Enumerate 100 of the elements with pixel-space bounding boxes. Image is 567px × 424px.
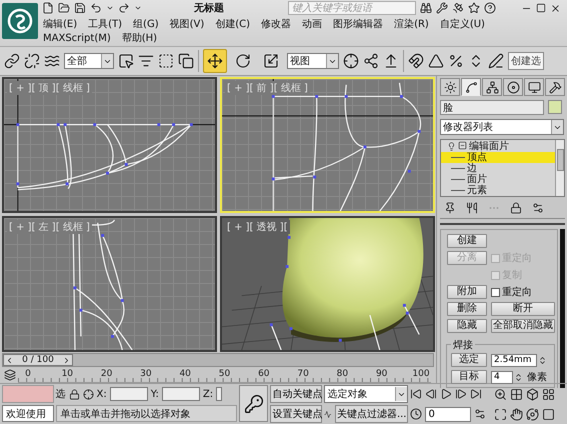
orbit-icon[interactable] [526,408,539,420]
spinner-field[interactable]: 4 [491,370,513,384]
undo-icon[interactable] [90,2,102,14]
curve-icon[interactable] [464,80,478,94]
next-frame-icon[interactable] [455,388,468,400]
y-field[interactable] [162,387,200,401]
pan-icon[interactable] [510,408,523,420]
key-set-dropdown[interactable]: 选定对象 [324,385,408,403]
fork-icon[interactable] [466,202,478,214]
menu-item[interactable]: 编辑(E) [42,18,78,31]
region-icon[interactable] [158,53,174,69]
hierarchy-icon[interactable] [486,80,498,94]
key-filters-button[interactable]: 关键点过滤器... [334,405,408,423]
rotate-icon[interactable] [235,53,251,69]
auto-key-button[interactable]: 自动关键点 [270,385,322,403]
menu-item[interactable]: 动画 [301,18,324,31]
caret-icon[interactable] [134,4,142,12]
previous-frame-icon[interactable] [425,388,438,400]
panel-button[interactable]: 创建 [447,234,487,248]
zoom-icon[interactable] [494,388,507,400]
save-icon[interactable] [74,2,86,14]
redo-icon[interactable] [118,2,130,14]
spinner-icon[interactable] [514,372,523,382]
stack-subitem[interactable]: 面片 [441,174,555,185]
stack-subitem[interactable]: 元素 [441,185,555,196]
new-file-icon[interactable] [42,2,54,14]
spinner-field[interactable]: 2.54mm [491,354,537,366]
move-icon[interactable] [207,53,223,69]
monitor-icon[interactable] [528,80,540,94]
panel-tab[interactable] [503,78,523,96]
track-bar-icon[interactable] [4,369,16,381]
menu-item[interactable]: 视图(V) [168,18,206,31]
stack-item[interactable]: 编辑面片 [441,141,555,152]
x-field[interactable] [110,387,148,401]
scrollbar[interactable] [555,140,564,196]
panel-tab[interactable] [461,78,481,96]
disc-icon[interactable] [506,80,520,94]
panel-tab[interactable] [545,78,565,96]
key-icon[interactable] [244,394,264,414]
satellite-icon[interactable] [452,2,464,14]
percent-snap-icon[interactable] [448,53,464,69]
wrench-icon[interactable] [436,2,448,14]
time-ruler[interactable]: 0 10 20 30 40 50 60 70 80 90 100 [18,367,431,383]
pin-icon[interactable] [444,202,456,214]
listener-field[interactable] [2,385,54,403]
search-field[interactable]: 键入关键字或短语 [288,1,416,15]
menu-item[interactable]: 创建(C) [214,18,252,31]
waves-icon[interactable] [44,53,60,69]
menu-item[interactable]: 修改器 [260,18,292,31]
stack-subitem[interactable]: 顶点 [441,152,555,163]
open-folder-icon[interactable] [58,2,70,14]
menu-item[interactable]: 组(G) [132,18,160,31]
color-swatch[interactable] [548,100,562,114]
frame-field[interactable]: 0 [425,406,472,422]
key-button[interactable] [238,385,268,422]
caret-icon[interactable] [106,4,114,12]
menu-item[interactable]: 图形编辑器 [332,18,384,31]
panel-button[interactable]: 隐藏 [447,319,487,333]
lock-icon[interactable] [68,388,80,400]
z-field[interactable] [216,387,222,401]
panel-tab[interactable] [524,78,544,96]
time-slider-thumb[interactable]: 0 / 100 [3,354,73,366]
sun-icon[interactable] [444,80,456,94]
star-icon[interactable] [468,2,480,14]
menu-item[interactable]: 工具(T) [87,18,124,31]
modifier-list-dropdown[interactable]: 修改器列表 [440,119,564,135]
object-name-field[interactable]: 脸 [440,100,544,115]
panel-tab[interactable] [482,78,502,96]
go-to-start-icon[interactable] [410,388,422,400]
binoculars-icon[interactable] [420,2,432,14]
menu-item[interactable]: 渲染(R) [393,18,430,31]
tool-button[interactable] [203,49,227,73]
panel-button[interactable]: 目标 [451,370,487,384]
menu-item[interactable]: 自定义(U) [438,18,486,31]
selection-lock-label[interactable]: 选 [56,387,66,401]
coordinate-dropdown[interactable]: 视图 [287,53,339,69]
stack-subitem[interactable]: 边 [441,163,555,174]
unlink-icon[interactable] [24,53,40,69]
set-key-button[interactable]: 设置关键点 [270,405,322,423]
modifier-stack[interactable]: 编辑面片 顶点 边 面片 元素 [440,139,565,197]
select-icon[interactable] [118,53,134,69]
maximize-icon[interactable] [536,3,546,13]
scale-icon[interactable] [263,53,279,69]
link-icon[interactable] [4,53,20,69]
menu-item[interactable]: MAXScript(M) [42,32,112,45]
app-logo-icon[interactable] [2,3,38,39]
viewport-label[interactable]: [ + ][ 透视 ][ [225,220,290,234]
panel-button[interactable]: 附加 [447,285,487,299]
angle-snap-icon[interactable] [428,53,444,69]
panel-tab[interactable] [440,78,460,96]
time-slider[interactable]: 0 / 100 [2,353,434,367]
panel-button[interactable]: 删除 [447,302,487,316]
play-icon[interactable] [440,388,452,400]
viewport[interactable]: [ + ][ 透视 ][ [220,216,435,352]
checkbox[interactable] [491,288,500,296]
configure-icon[interactable] [532,202,544,214]
collapse-icon[interactable] [458,140,467,150]
panel-button[interactable]: 选定 [451,353,487,367]
help-icon[interactable] [484,2,496,14]
listener-output[interactable]: 欢迎使用 [2,405,54,422]
